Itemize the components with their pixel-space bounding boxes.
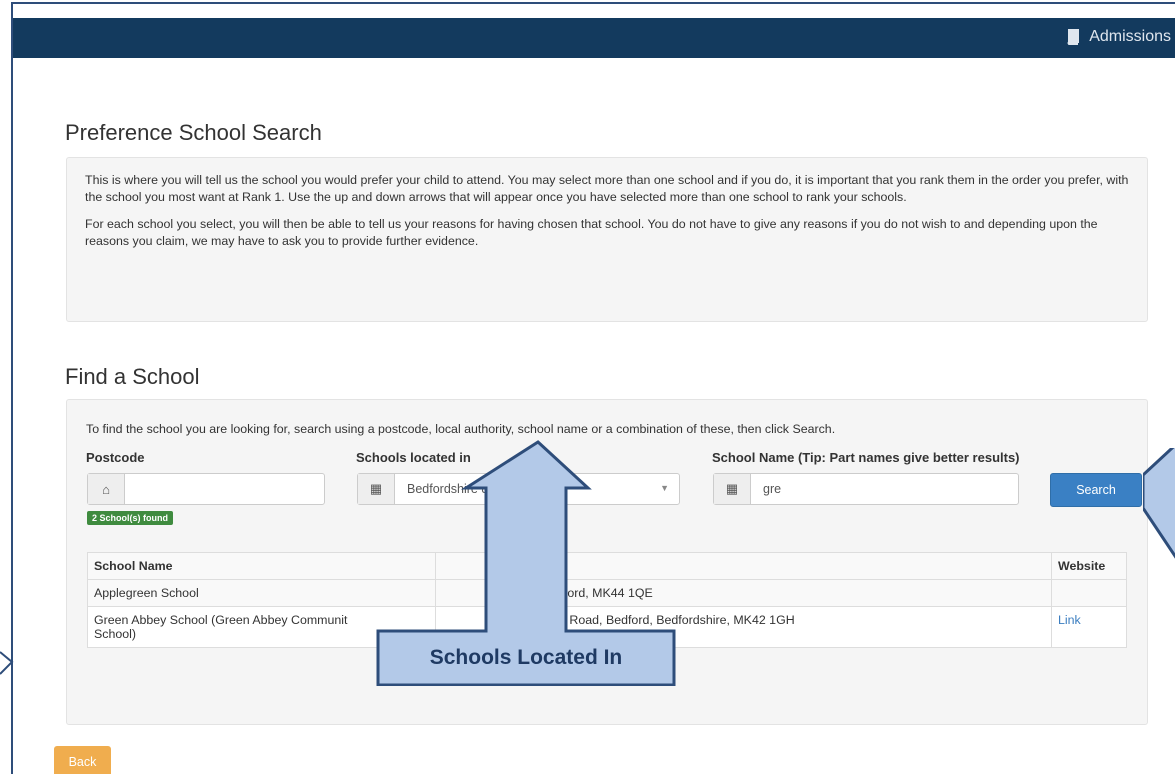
website-cell [1051,579,1127,607]
school-name-input[interactable]: gre [751,474,1018,504]
results-count-badge: 2 School(s) found [87,511,173,525]
page-title: Preference School Search [65,120,322,145]
postcode-label: Postcode [86,450,145,465]
admissions-link[interactable]: Admissions [1065,28,1171,46]
intro-paragraph-2: For each school you select, you will the… [85,217,1098,248]
school-name-line-1: Green Abbey School (Green Abbey Communit [94,613,348,627]
left-callout-fragment [0,651,14,675]
find-school-title: Find a School [65,364,200,389]
website-link[interactable]: Link [1058,613,1081,627]
website-header: Website [1051,552,1127,580]
school-name-input-group: ▦ gre [713,473,1019,505]
book-icon [1067,29,1080,45]
search-hint: To find the school you are looking for, … [86,422,836,436]
admissions-label: Admissions [1089,28,1171,45]
callout-label: Schools Located In [429,646,623,669]
intro-paragraph-1: This is where you will tell us the schoo… [85,173,1129,204]
postcode-input[interactable] [125,474,324,504]
home-icon: ⌂ [88,474,125,504]
right-callout-arrow [1143,448,1175,559]
website-cell: Link [1051,606,1127,648]
top-navbar: Admissions [13,18,1175,58]
school-name-label: School Name (Tip: Part names give better… [712,450,1020,465]
intro-panel: This is where you will tell us the schoo… [66,157,1148,322]
back-button[interactable]: Back [54,746,111,774]
postcode-input-group: ⌂ [87,473,325,505]
search-button[interactable]: Search [1050,473,1142,507]
building-icon: ▦ [714,474,751,504]
school-name-line-2: School) [94,627,137,641]
